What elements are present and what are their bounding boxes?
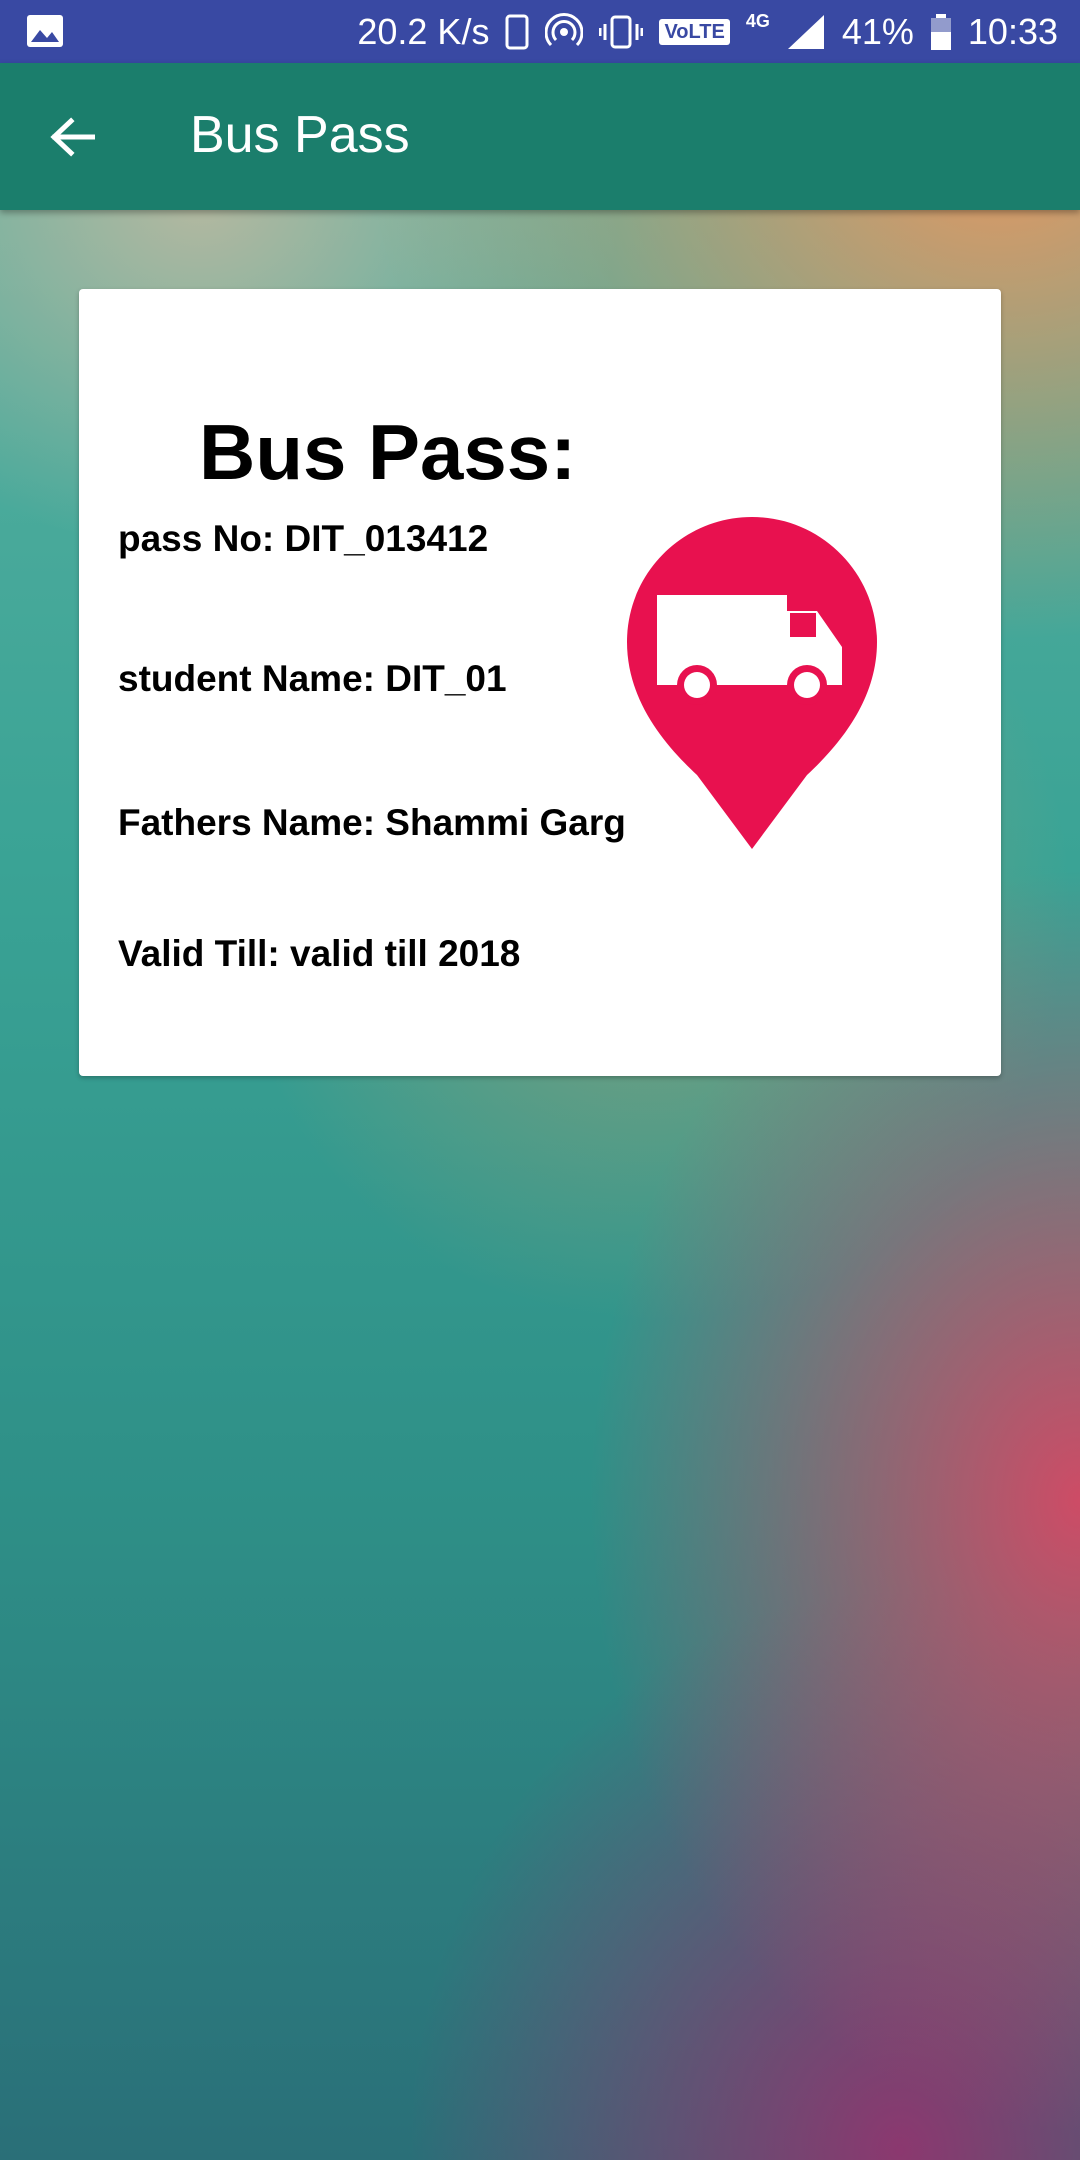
bus-pass-card: Bus Pass: pass No: DIT_013412 student Na… <box>79 289 1001 1076</box>
phone-icon <box>505 14 529 49</box>
valid-till: Valid Till: valid till 2018 <box>118 933 521 974</box>
bus-location-pin-icon <box>627 517 877 849</box>
status-bar: 20.2 K/s VoLTE 4G 41% 10:33 <box>0 0 1080 63</box>
vibrate-icon <box>599 15 644 48</box>
battery-percent: 41% <box>841 11 914 52</box>
pass-number: pass No: DIT_013412 <box>118 518 489 559</box>
network-type: 4G <box>745 11 770 31</box>
student-name: student Name: DIT_01 <box>118 658 507 699</box>
gallery-notification-icon <box>27 15 63 47</box>
app-bar: Bus Pass <box>0 63 1080 210</box>
app-bar-title: Bus Pass <box>190 106 410 164</box>
back-button[interactable] <box>40 105 104 169</box>
volte-badge: VoLTE <box>659 18 730 45</box>
clock: 10:33 <box>967 11 1058 52</box>
status-icons: 20.2 K/s VoLTE 4G 41% 10:33 <box>357 0 1058 63</box>
screen: 20.2 K/s VoLTE 4G 41% 10:33 Bus Pass Bus… <box>0 0 1080 2160</box>
signal-icon <box>787 14 824 49</box>
card-title: Bus Pass: <box>199 408 577 496</box>
arrow-back-icon <box>50 117 95 157</box>
hotspot-icon <box>545 12 584 46</box>
battery-icon <box>930 13 951 50</box>
network-speed: 20.2 K/s <box>357 11 490 52</box>
fathers-name: Fathers Name: Shammi Garg <box>118 802 626 843</box>
